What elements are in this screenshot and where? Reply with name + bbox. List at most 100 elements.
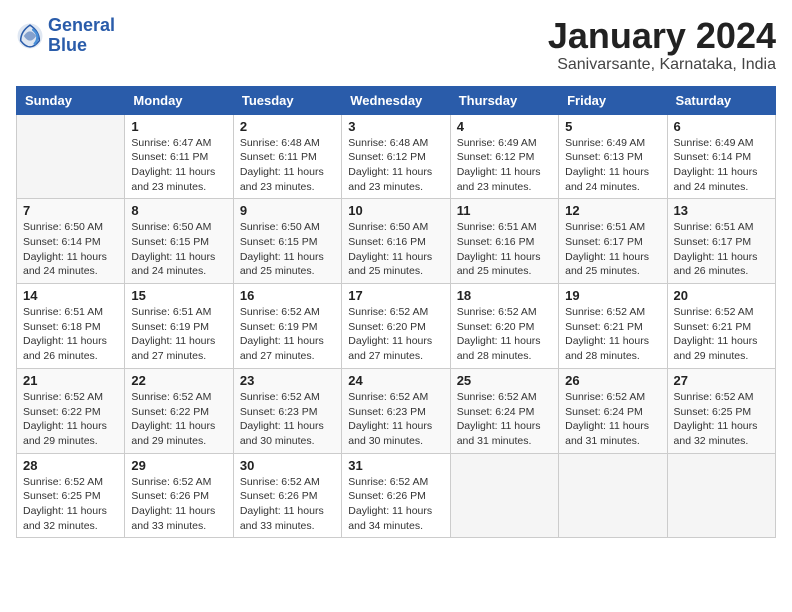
day-number: 4 — [457, 119, 552, 134]
calendar-cell: 26 Sunrise: 6:52 AMSunset: 6:24 PMDayligh… — [559, 368, 667, 453]
day-number: 14 — [23, 288, 118, 303]
day-number: 16 — [240, 288, 335, 303]
calendar-cell: 10 Sunrise: 6:50 AMSunset: 6:16 PMDayligh… — [342, 199, 450, 284]
calendar-cell: 30Sunrise: 6:52 AMSunset: 6:26 PMDayligh… — [233, 453, 341, 538]
day-number: 7 — [23, 203, 118, 218]
calendar-cell: 23 Sunrise: 6:52 AMSunset: 6:23 PMDayligh… — [233, 368, 341, 453]
calendar-cell: 3Sunrise: 6:48 AMSunset: 6:12 PMDaylight… — [342, 114, 450, 199]
day-info: Sunrise: 6:52 AMSunset: 6:26 PMDaylight:… — [348, 475, 443, 534]
calendar-cell: 18Sunrise: 6:52 AMSunset: 6:20 PMDayligh… — [450, 284, 558, 369]
day-info: Sunrise: 6:51 AMSunset: 6:17 PMDaylight:… — [674, 220, 769, 279]
calendar-cell: 31 Sunrise: 6:52 AMSunset: 6:26 PMDayligh… — [342, 453, 450, 538]
day-info: Sunrise: 6:47 AMSunset: 6:11 PMDaylight:… — [131, 136, 226, 195]
day-info: Sunrise: 6:50 AMSunset: 6:16 PMDaylight:… — [348, 220, 443, 279]
day-info: Sunrise: 6:52 AMSunset: 6:24 PMDaylight:… — [565, 390, 660, 449]
day-number: 22 — [131, 373, 226, 388]
day-info: Sunrise: 6:50 AMSunset: 6:15 PMDaylight:… — [240, 220, 335, 279]
calendar-cell — [17, 114, 125, 199]
calendar-week-row: 14 Sunrise: 6:51 AMSunset: 6:18 PMDayligh… — [17, 284, 776, 369]
weekday-header-friday: Friday — [559, 86, 667, 114]
calendar-cell: 5 Sunrise: 6:49 AMSunset: 6:13 PMDaylight… — [559, 114, 667, 199]
calendar-week-row: 28Sunrise: 6:52 AMSunset: 6:25 PMDayligh… — [17, 453, 776, 538]
day-number: 23 — [240, 373, 335, 388]
calendar-cell: 19 Sunrise: 6:52 AMSunset: 6:21 PMDayligh… — [559, 284, 667, 369]
calendar-week-row: 21 Sunrise: 6:52 AMSunset: 6:22 PMDayligh… — [17, 368, 776, 453]
day-number: 19 — [565, 288, 660, 303]
weekday-header-saturday: Saturday — [667, 86, 775, 114]
day-number: 26 — [565, 373, 660, 388]
day-number: 3 — [348, 119, 443, 134]
day-info: Sunrise: 6:52 AMSunset: 6:21 PMDaylight:… — [565, 305, 660, 364]
day-number: 29 — [131, 458, 226, 473]
day-number: 5 — [565, 119, 660, 134]
day-info: Sunrise: 6:52 AMSunset: 6:20 PMDaylight:… — [348, 305, 443, 364]
calendar-cell — [559, 453, 667, 538]
day-number: 9 — [240, 203, 335, 218]
day-info: Sunrise: 6:51 AMSunset: 6:17 PMDaylight:… — [565, 220, 660, 279]
calendar-cell: 2Sunrise: 6:48 AMSunset: 6:11 PMDaylight… — [233, 114, 341, 199]
calendar-week-row: 7 Sunrise: 6:50 AMSunset: 6:14 PMDaylight… — [17, 199, 776, 284]
calendar-cell: 14 Sunrise: 6:51 AMSunset: 6:18 PMDayligh… — [17, 284, 125, 369]
calendar-cell: 6 Sunrise: 6:49 AMSunset: 6:14 PMDaylight… — [667, 114, 775, 199]
day-info: Sunrise: 6:52 AMSunset: 6:21 PMDaylight:… — [674, 305, 769, 364]
calendar-week-row: 1Sunrise: 6:47 AMSunset: 6:11 PMDaylight… — [17, 114, 776, 199]
day-info: Sunrise: 6:49 AMSunset: 6:14 PMDaylight:… — [674, 136, 769, 195]
day-number: 10 — [348, 203, 443, 218]
weekday-header-monday: Monday — [125, 86, 233, 114]
day-info: Sunrise: 6:52 AMSunset: 6:26 PMDaylight:… — [240, 475, 335, 534]
day-info: Sunrise: 6:51 AMSunset: 6:19 PMDaylight:… — [131, 305, 226, 364]
day-number: 12 — [565, 203, 660, 218]
weekday-header-thursday: Thursday — [450, 86, 558, 114]
calendar-cell: 29 Sunrise: 6:52 AMSunset: 6:26 PMDayligh… — [125, 453, 233, 538]
day-info: Sunrise: 6:49 AMSunset: 6:13 PMDaylight:… — [565, 136, 660, 195]
page-header: General Blue January 2024 Sanivarsante, … — [16, 16, 776, 74]
calendar-cell: 25 Sunrise: 6:52 AMSunset: 6:24 PMDayligh… — [450, 368, 558, 453]
calendar-cell: 22 Sunrise: 6:52 AMSunset: 6:22 PMDayligh… — [125, 368, 233, 453]
calendar-cell: 27 Sunrise: 6:52 AMSunset: 6:25 PMDayligh… — [667, 368, 775, 453]
calendar-cell: 9 Sunrise: 6:50 AMSunset: 6:15 PMDaylight… — [233, 199, 341, 284]
calendar-table: SundayMondayTuesdayWednesdayThursdayFrid… — [16, 86, 776, 539]
day-number: 31 — [348, 458, 443, 473]
day-number: 27 — [674, 373, 769, 388]
day-info: Sunrise: 6:52 AMSunset: 6:25 PMDaylight:… — [674, 390, 769, 449]
day-number: 6 — [674, 119, 769, 134]
calendar-cell: 17Sunrise: 6:52 AMSunset: 6:20 PMDayligh… — [342, 284, 450, 369]
calendar-cell: 8Sunrise: 6:50 AMSunset: 6:15 PMDaylight… — [125, 199, 233, 284]
calendar-cell: 4 Sunrise: 6:49 AMSunset: 6:12 PMDaylight… — [450, 114, 558, 199]
day-info: Sunrise: 6:52 AMSunset: 6:26 PMDaylight:… — [131, 475, 226, 534]
calendar-cell — [450, 453, 558, 538]
day-info: Sunrise: 6:52 AMSunset: 6:19 PMDaylight:… — [240, 305, 335, 364]
calendar-cell: 11Sunrise: 6:51 AMSunset: 6:16 PMDayligh… — [450, 199, 558, 284]
title-section: January 2024 Sanivarsante, Karnataka, In… — [548, 16, 776, 74]
calendar-cell: 7 Sunrise: 6:50 AMSunset: 6:14 PMDaylight… — [17, 199, 125, 284]
day-info: Sunrise: 6:52 AMSunset: 6:23 PMDaylight:… — [240, 390, 335, 449]
day-number: 24 — [348, 373, 443, 388]
calendar-cell: 15 Sunrise: 6:51 AMSunset: 6:19 PMDayligh… — [125, 284, 233, 369]
day-number: 18 — [457, 288, 552, 303]
logo: General Blue — [16, 16, 115, 56]
calendar-cell: 28Sunrise: 6:52 AMSunset: 6:25 PMDayligh… — [17, 453, 125, 538]
calendar-cell: 24Sunrise: 6:52 AMSunset: 6:23 PMDayligh… — [342, 368, 450, 453]
day-info: Sunrise: 6:50 AMSunset: 6:15 PMDaylight:… — [131, 220, 226, 279]
day-info: Sunrise: 6:52 AMSunset: 6:22 PMDaylight:… — [23, 390, 118, 449]
logo-text: General Blue — [48, 16, 115, 56]
day-info: Sunrise: 6:48 AMSunset: 6:11 PMDaylight:… — [240, 136, 335, 195]
day-number: 25 — [457, 373, 552, 388]
day-number: 15 — [131, 288, 226, 303]
calendar-cell: 12 Sunrise: 6:51 AMSunset: 6:17 PMDayligh… — [559, 199, 667, 284]
weekday-header-sunday: Sunday — [17, 86, 125, 114]
day-info: Sunrise: 6:51 AMSunset: 6:16 PMDaylight:… — [457, 220, 552, 279]
day-info: Sunrise: 6:52 AMSunset: 6:25 PMDaylight:… — [23, 475, 118, 534]
calendar-cell: 20Sunrise: 6:52 AMSunset: 6:21 PMDayligh… — [667, 284, 775, 369]
day-info: Sunrise: 6:52 AMSunset: 6:24 PMDaylight:… — [457, 390, 552, 449]
day-info: Sunrise: 6:50 AMSunset: 6:14 PMDaylight:… — [23, 220, 118, 279]
calendar-cell: 13Sunrise: 6:51 AMSunset: 6:17 PMDayligh… — [667, 199, 775, 284]
day-info: Sunrise: 6:49 AMSunset: 6:12 PMDaylight:… — [457, 136, 552, 195]
day-info: Sunrise: 6:52 AMSunset: 6:22 PMDaylight:… — [131, 390, 226, 449]
day-info: Sunrise: 6:51 AMSunset: 6:18 PMDaylight:… — [23, 305, 118, 364]
calendar-cell: 21 Sunrise: 6:52 AMSunset: 6:22 PMDayligh… — [17, 368, 125, 453]
weekday-header-tuesday: Tuesday — [233, 86, 341, 114]
calendar-cell: 1Sunrise: 6:47 AMSunset: 6:11 PMDaylight… — [125, 114, 233, 199]
day-number: 21 — [23, 373, 118, 388]
calendar-title: January 2024 — [548, 16, 776, 56]
